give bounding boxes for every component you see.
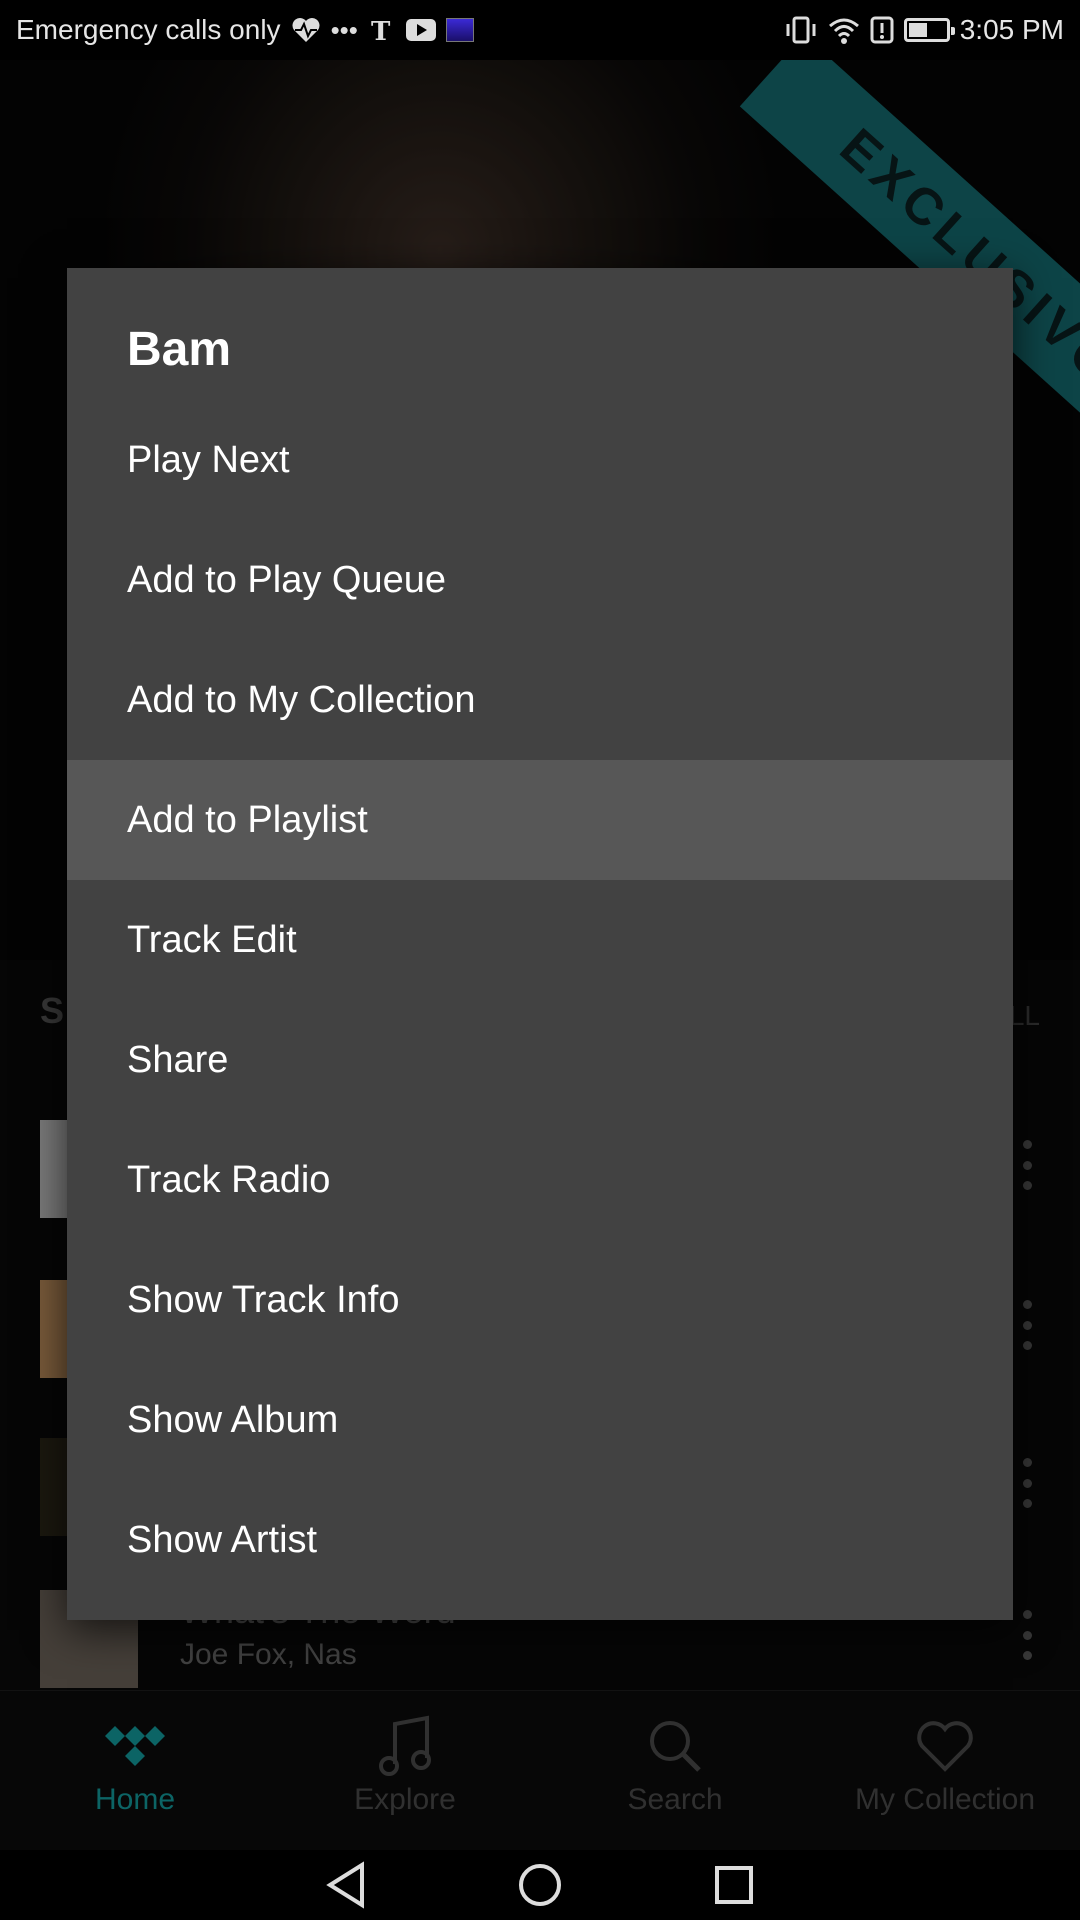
home-circle-icon[interactable] [513,1858,567,1912]
heart-pulse-icon [291,15,321,45]
menu-item-share[interactable]: Share [67,1000,1013,1120]
menu-item-add-to-my-collection[interactable]: Add to My Collection [67,640,1013,760]
menu-item-add-to-playlist[interactable]: Add to Playlist [67,760,1013,880]
menu-item-track-radio[interactable]: Track Radio [67,1120,1013,1240]
status-bar: Emergency calls only ••• T 3:05 PM [0,0,1080,60]
youtube-icon [405,19,436,41]
context-menu: Bam Play Next Add to Play Queue Add to M… [67,268,1013,1620]
svg-text:T: T [371,17,391,45]
overflow-dots-icon: ••• [330,14,358,45]
screen: Emergency calls only ••• T 3:05 PM EXCLU… [0,0,1080,1920]
vibrate-icon [784,15,818,45]
back-icon[interactable] [319,1858,373,1912]
clock: 3:05 PM [959,14,1064,45]
carrier-text: Emergency calls only [16,14,281,45]
menu-item-show-album[interactable]: Show Album [67,1360,1013,1480]
recents-icon[interactable] [707,1858,761,1912]
status-left: Emergency calls only ••• T [16,14,474,46]
nytimes-icon: T [368,15,396,45]
menu-item-play-next[interactable]: Play Next [67,400,1013,520]
cast-thumbnail-icon [445,18,474,42]
wifi-icon [828,15,860,45]
menu-title: Bam [127,323,232,376]
system-nav-bar [0,1850,1080,1920]
menu-item-add-to-play-queue[interactable]: Add to Play Queue [67,520,1013,640]
menu-item-show-track-info[interactable]: Show Track Info [67,1240,1013,1360]
menu-item-show-artist[interactable]: Show Artist [67,1480,1013,1600]
battery-icon [903,18,955,42]
menu-item-track-edit[interactable]: Track Edit [67,880,1013,1000]
alert-icon [870,15,894,45]
status-right: 3:05 PM [784,14,1064,46]
